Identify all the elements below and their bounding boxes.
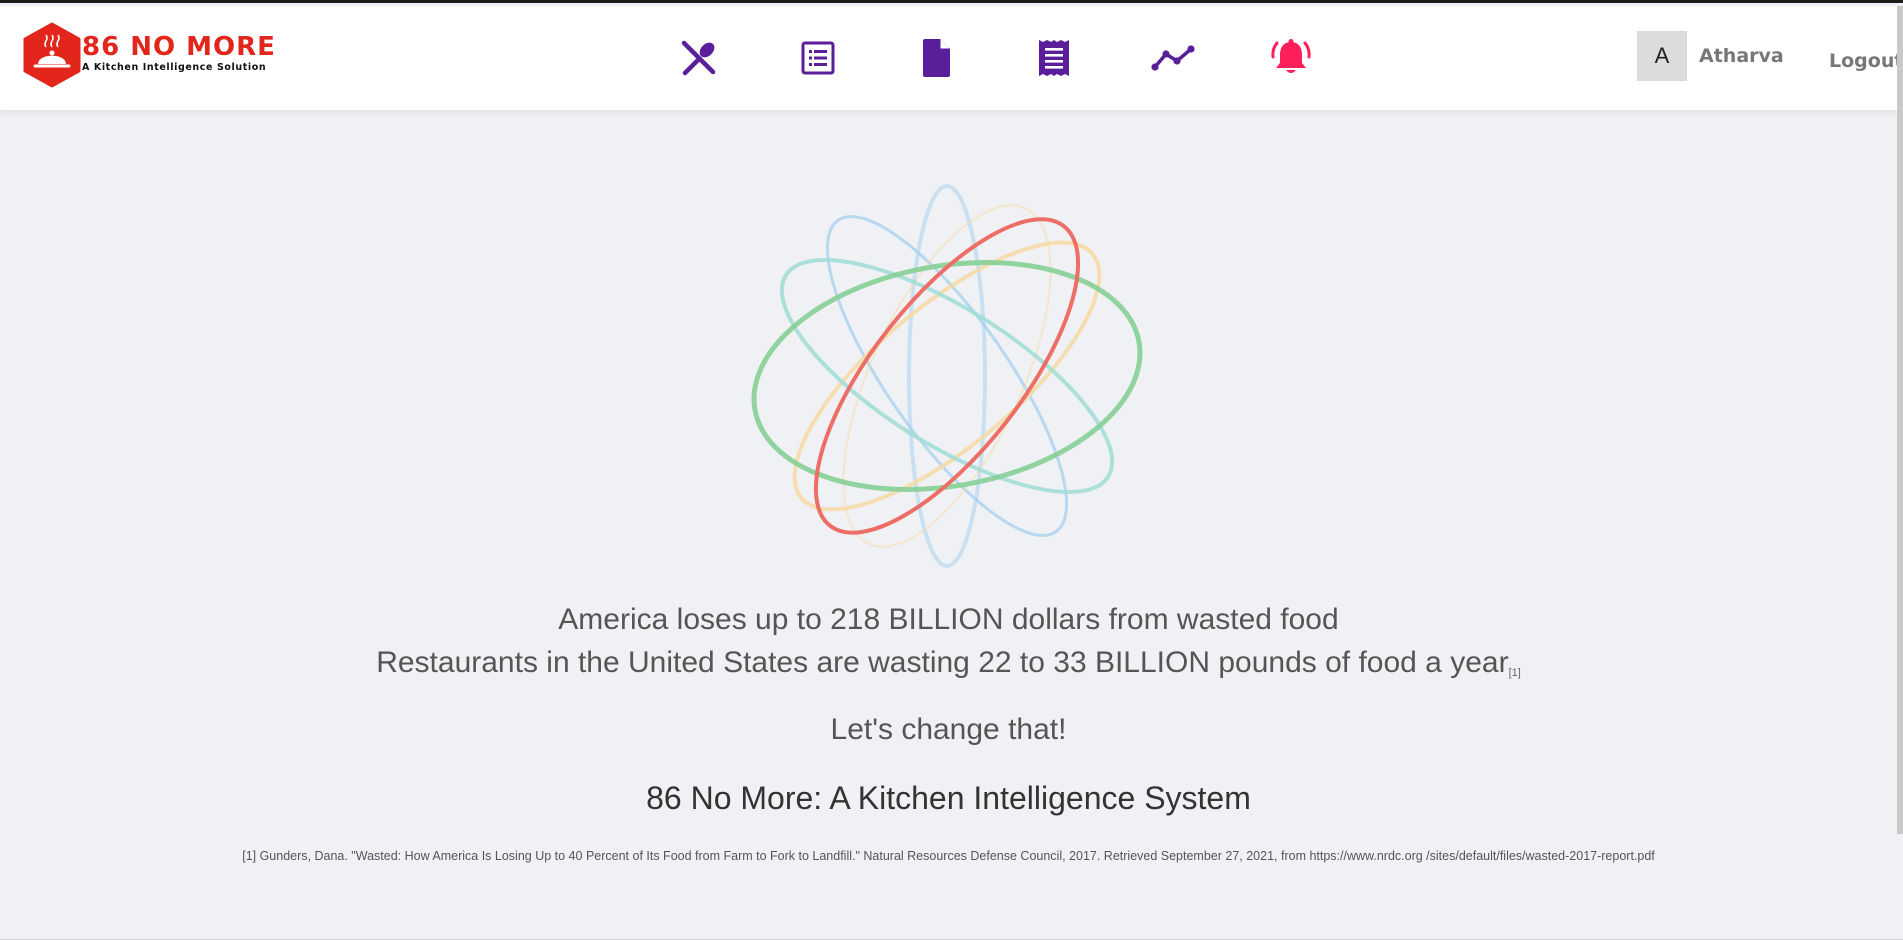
hero-product-title: 86 No More: A Kitchen Intelligence Syste… [646,780,1251,816]
hero-line-waste-text: Restaurants in the United States are was… [376,646,1509,679]
fork-spoon-icon [681,40,716,76]
logout-button[interactable]: Logout [1829,50,1903,72]
document-icon [922,39,950,77]
nav-analytics[interactable] [1114,34,1232,82]
citation-footnote: [1] Gunders, Dana. "Wasted: How America … [242,849,1655,863]
trend-line-icon [1151,45,1195,71]
citation-ref-link[interactable]: [1] [1509,667,1521,679]
nav-documents[interactable] [877,34,995,82]
orbit-loader-animation [744,181,1150,571]
receipt-icon [1039,40,1070,76]
nav-menu[interactable] [640,34,758,82]
nav-alerts[interactable] [1232,34,1350,82]
list-icon [801,41,835,75]
hero-line-loss: America loses up to 218 BILLION dollars … [558,603,1339,636]
user-menu[interactable]: A Atharva [1637,31,1784,81]
brand-subtitle: A Kitchen Intelligence Solution [82,62,267,73]
avatar[interactable]: A [1637,31,1687,81]
page: 86 NO MORE A Kitchen Intelligence Soluti… [0,0,1903,940]
nav-receipts[interactable] [995,34,1113,82]
main-nav [640,34,1350,82]
bell-icon [1271,39,1311,73]
nav-inventory[interactable] [758,34,876,82]
top-navbar: 86 NO MORE A Kitchen Intelligence Soluti… [0,6,1903,110]
cloche-logo-icon [22,22,82,88]
brand-title: 86 NO MORE [82,32,276,62]
hero-call-to-action: Let's change that! [830,713,1067,746]
brand-text: 86 NO MORE A Kitchen Intelligence Soluti… [82,32,276,74]
username[interactable]: Atharva [1699,45,1784,67]
brand-logo[interactable]: 86 NO MORE A Kitchen Intelligence Soluti… [22,22,276,88]
scrollbar[interactable] [1897,6,1903,834]
hero-line-waste: Restaurants in the United States are was… [0,646,1897,680]
